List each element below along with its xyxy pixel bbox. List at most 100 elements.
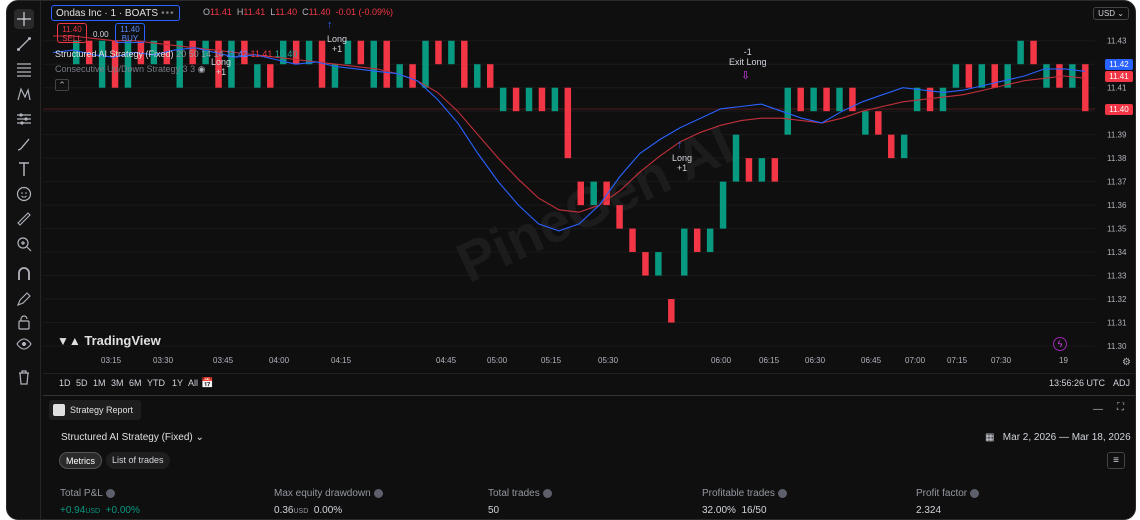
crosshair-icon[interactable] bbox=[14, 9, 34, 29]
candle bbox=[939, 87, 947, 112]
candle bbox=[1017, 40, 1024, 65]
info-icon[interactable] bbox=[970, 488, 980, 498]
info-icon[interactable] bbox=[542, 488, 552, 498]
adj-toggle[interactable]: ADJ bbox=[1113, 378, 1130, 388]
candle bbox=[836, 87, 843, 112]
candle bbox=[642, 252, 649, 276]
metric-profitable-label-text: Profitable trades bbox=[702, 488, 775, 499]
candle bbox=[486, 64, 494, 88]
time-tick-label: 03:15 bbox=[101, 356, 122, 365]
candle bbox=[681, 228, 688, 276]
table-view-icon[interactable]: ≡ bbox=[1107, 452, 1125, 469]
collapse-legend-button[interactable]: ⌃ bbox=[55, 79, 69, 91]
price-tick-label: 11.37 bbox=[1107, 178, 1127, 187]
candle bbox=[784, 87, 791, 135]
range-button-5d[interactable]: 5D bbox=[76, 378, 88, 388]
ohlc-open: 11.41 bbox=[210, 7, 232, 17]
sell-button[interactable]: 11.40 SELL bbox=[57, 23, 87, 43]
lock-icon[interactable] bbox=[14, 312, 34, 332]
candle bbox=[538, 87, 546, 112]
pencil-lock-icon[interactable] bbox=[14, 289, 34, 309]
pattern-icon[interactable] bbox=[14, 84, 34, 104]
candle bbox=[758, 158, 766, 182]
chart-pane[interactable]: PineGen AI 11.4311.4211.4111.4011.3911.3… bbox=[43, 1, 1135, 371]
range-button-1m[interactable]: 1M bbox=[93, 378, 106, 388]
currency-label: USD bbox=[1098, 9, 1116, 18]
time-tick-label: 04:15 bbox=[331, 356, 352, 365]
second-strategy-legend[interactable]: Consecutive Up/Down Strategy 3 3 ◉ bbox=[55, 64, 205, 75]
candle bbox=[952, 64, 960, 88]
emoji-icon[interactable] bbox=[14, 184, 34, 204]
second-strategy-name: Consecutive Up/Down Strategy 3 3 bbox=[55, 64, 196, 74]
candle bbox=[991, 64, 998, 88]
chart-settings-icon[interactable]: ⚙ bbox=[1122, 357, 1131, 368]
symbol-legend[interactable]: Ondas Inc · 1 · BOATS ••• bbox=[51, 5, 180, 21]
maximize-icon[interactable]: ⛶ bbox=[1117, 402, 1124, 413]
price-tag-fast-ma: 11.42 bbox=[1105, 59, 1133, 70]
zoom-in-icon[interactable] bbox=[14, 234, 34, 254]
trend-line-icon[interactable] bbox=[14, 34, 34, 54]
minimize-icon[interactable]: — bbox=[1093, 404, 1103, 415]
metric-profitable-ratio: 16/50 bbox=[741, 505, 767, 516]
candle bbox=[875, 111, 882, 135]
time-tick-label: 05:30 bbox=[598, 356, 619, 365]
text-icon[interactable] bbox=[14, 159, 34, 179]
time-tick-label: 06:30 bbox=[805, 356, 826, 365]
range-button-6m[interactable]: 6M bbox=[129, 378, 142, 388]
ohlc-low: 11.40 bbox=[275, 7, 298, 17]
candle bbox=[448, 40, 455, 65]
symbol-title: Ondas Inc · 1 · BOATS bbox=[56, 7, 159, 19]
magnet-icon[interactable] bbox=[14, 264, 34, 284]
tab-metrics[interactable]: Metrics bbox=[59, 452, 102, 469]
metric-total-trades-label: Total trades bbox=[488, 488, 552, 499]
candle bbox=[693, 228, 701, 253]
utc-clock[interactable]: 13:56:26 UTC bbox=[1049, 378, 1105, 388]
lightning-icon[interactable]: ϟ bbox=[1053, 337, 1067, 351]
ruler-icon[interactable] bbox=[14, 209, 34, 229]
eye-visibility-icon[interactable]: ◉ bbox=[198, 64, 206, 74]
time-tick-label: 05:00 bbox=[487, 356, 508, 365]
buy-button[interactable]: 11.40 BUY bbox=[115, 23, 145, 43]
eye-icon[interactable] bbox=[14, 334, 34, 354]
trash-icon[interactable] bbox=[14, 367, 34, 387]
candle bbox=[461, 40, 468, 88]
date-range-picker[interactable]: ▦ Mar 2, 2026 — Mar 18, 2026 ⌄ bbox=[985, 432, 1135, 443]
horizontal-lines-icon[interactable] bbox=[14, 59, 34, 79]
info-icon[interactable] bbox=[373, 488, 383, 498]
range-button-all[interactable]: All bbox=[188, 378, 198, 388]
info-icon[interactable] bbox=[777, 488, 787, 498]
brush-icon[interactable] bbox=[14, 134, 34, 154]
candle bbox=[1043, 64, 1050, 88]
candle bbox=[732, 134, 740, 182]
metric-drawdown-value: 0.36USD 0.00% bbox=[274, 505, 342, 516]
sell-price: 11.40 bbox=[62, 25, 82, 34]
range-button-1y[interactable]: 1Y bbox=[172, 378, 183, 388]
candle bbox=[888, 134, 895, 159]
time-tick-label: 06:00 bbox=[711, 356, 732, 365]
candle bbox=[331, 64, 339, 88]
info-icon[interactable] bbox=[105, 488, 115, 498]
candle bbox=[383, 40, 390, 88]
price-tick-label: 11.34 bbox=[1107, 248, 1127, 257]
candle bbox=[551, 87, 559, 112]
date-range-icon[interactable]: 📅 bbox=[201, 378, 213, 389]
strategy-legend[interactable]: Structured AI Strategy (Fixed) 20 50 14 … bbox=[55, 49, 297, 59]
strategy-name: Structured AI Strategy (Fixed) bbox=[55, 49, 174, 59]
buy-label: BUY bbox=[121, 34, 139, 43]
range-button-1d[interactable]: 1D bbox=[59, 378, 71, 388]
strategy-report-tab[interactable]: Strategy Report bbox=[49, 400, 142, 420]
range-button-3m[interactable]: 3M bbox=[111, 378, 124, 388]
time-tick-label: 19 bbox=[1059, 356, 1068, 365]
exit-arrow-icon: ⇩ bbox=[741, 70, 751, 82]
candle bbox=[396, 64, 403, 88]
strategy-select[interactable]: Structured AI Strategy (Fixed) ⌄ bbox=[61, 432, 204, 443]
fib-settings-icon[interactable] bbox=[14, 109, 34, 129]
time-tick-label: 04:45 bbox=[436, 356, 457, 365]
metric-profit-factor-label-text: Profit factor bbox=[916, 488, 968, 499]
currency-selector[interactable]: USD ⌄ bbox=[1093, 7, 1129, 20]
exit-signal-label: Exit Long bbox=[729, 57, 767, 67]
candle bbox=[267, 64, 274, 88]
range-button-ytd[interactable]: YTD bbox=[147, 378, 165, 388]
drawing-toolbar bbox=[7, 1, 41, 519]
tab-list-of-trades[interactable]: List of trades bbox=[106, 452, 170, 469]
